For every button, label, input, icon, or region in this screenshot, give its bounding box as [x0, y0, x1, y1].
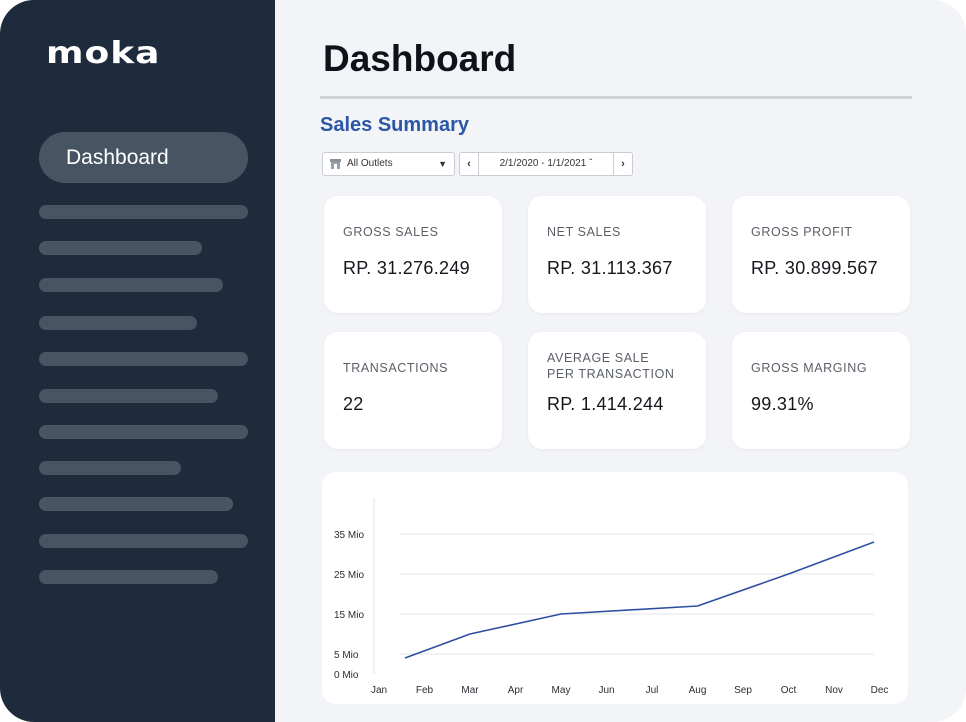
- y-tick-label: 0 Mio: [334, 670, 359, 681]
- sidebar-item-placeholder[interactable]: [39, 241, 202, 255]
- x-tick-label: Oct: [781, 685, 797, 696]
- x-tick-label: Dec: [871, 685, 889, 696]
- metric-label: TRANSACTIONS: [343, 361, 449, 375]
- x-tick-label: Sep: [734, 685, 752, 696]
- sidebar-item-placeholder[interactable]: [39, 278, 223, 292]
- sidebar-item-placeholder[interactable]: [39, 316, 197, 330]
- chevron-right-icon[interactable]: ›: [613, 153, 632, 175]
- sidebar-item-placeholder[interactable]: [39, 205, 248, 219]
- metric-label: GROSS MARGING: [751, 361, 868, 375]
- sidebar-item-placeholder[interactable]: [39, 461, 181, 475]
- sidebar-item-placeholder[interactable]: [39, 389, 218, 403]
- date-range-picker: ‹ 2/1/2020 - 1/1/2021 ˇ ›: [459, 152, 633, 176]
- y-tick-label: 15 Mio: [334, 610, 364, 621]
- y-tick-label: 35 Mio: [334, 530, 364, 541]
- metric-label: NET SALES: [547, 225, 621, 239]
- metric-value: 22: [343, 394, 364, 414]
- metric-label: GROSS SALES: [343, 225, 439, 239]
- x-tick-label: Feb: [416, 685, 434, 696]
- y-tick-label: 25 Mio: [334, 570, 364, 581]
- sidebar-item-placeholder[interactable]: [39, 352, 248, 366]
- y-tick-label: 5 Mio: [334, 650, 359, 661]
- sidebar-item-dashboard[interactable]: Dashboard: [39, 132, 248, 183]
- metric-label: AVERAGE SALE: [547, 351, 650, 365]
- metric-value: 99.31%: [751, 394, 814, 414]
- outlet-select[interactable]: All Outlets ▼: [322, 152, 455, 176]
- x-tick-label: Apr: [508, 685, 524, 696]
- metric-card-transactions: TRANSACTIONS 22: [324, 332, 502, 449]
- metric-card-gross-profit: GROSS PROFIT RP. 30.899.567: [732, 196, 910, 313]
- sidebar-item-placeholder[interactable]: [39, 497, 233, 511]
- metric-value: RP. 31.113.367: [547, 258, 673, 278]
- section-title: Sales Summary: [320, 114, 469, 136]
- sidebar-item-placeholder[interactable]: [39, 534, 248, 548]
- metric-card-average-sale: AVERAGE SALE PER TRANSACTION RP. 1.414.2…: [528, 332, 706, 449]
- x-tick-label: May: [552, 685, 571, 696]
- moka-logo: moka: [46, 36, 161, 71]
- metric-value: RP. 30.899.567: [751, 258, 878, 278]
- metric-label: PER TRANSACTION: [547, 367, 675, 381]
- metric-value: RP. 1.414.244: [547, 394, 664, 414]
- outlet-select-value: All Outlets: [347, 158, 393, 169]
- sales-chart: 0 Mio 5 Mio 15 Mio 25 Mio 35 Mio Jan Feb Mar Apr…: [322, 472, 908, 704]
- metric-label: GROSS PROFIT: [751, 225, 853, 239]
- metric-card-gross-margin: GROSS MARGING 99.31%: [732, 332, 910, 449]
- sales-series-line: [404, 541, 875, 659]
- sidebar-item-placeholder[interactable]: [39, 570, 218, 584]
- sidebar-item-placeholder[interactable]: [39, 425, 248, 439]
- x-tick-label: Nov: [825, 685, 843, 696]
- x-tick-label: Aug: [689, 685, 707, 696]
- chevron-down-icon: ▼: [438, 159, 447, 169]
- title-divider: [320, 96, 912, 99]
- x-tick-label: Jan: [371, 685, 387, 696]
- x-tick-label: Jun: [598, 685, 614, 696]
- metric-card-gross-sales: GROSS SALES RP. 31.276.249: [324, 196, 502, 313]
- x-tick-label: Mar: [461, 685, 479, 696]
- date-range-value[interactable]: 2/1/2020 - 1/1/2021 ˇ: [479, 153, 613, 175]
- sidebar: moka Dashboard: [0, 0, 275, 722]
- metric-card-net-sales: NET SALES RP. 31.113.367: [528, 196, 706, 313]
- main-content: Dashboard Sales Summary All Outlets ▼ ‹ …: [275, 0, 966, 722]
- store-icon: [330, 159, 341, 169]
- sales-line-chart: 0 Mio 5 Mio 15 Mio 25 Mio 35 Mio Jan Feb Mar Apr…: [334, 498, 889, 696]
- page-title: Dashboard: [323, 38, 517, 79]
- x-tick-label: Jul: [646, 685, 659, 696]
- metric-value: RP. 31.276.249: [343, 258, 470, 278]
- chevron-left-icon[interactable]: ‹: [460, 153, 479, 175]
- app-window: moka Dashboard Dashboard Sales Summary A…: [0, 0, 966, 722]
